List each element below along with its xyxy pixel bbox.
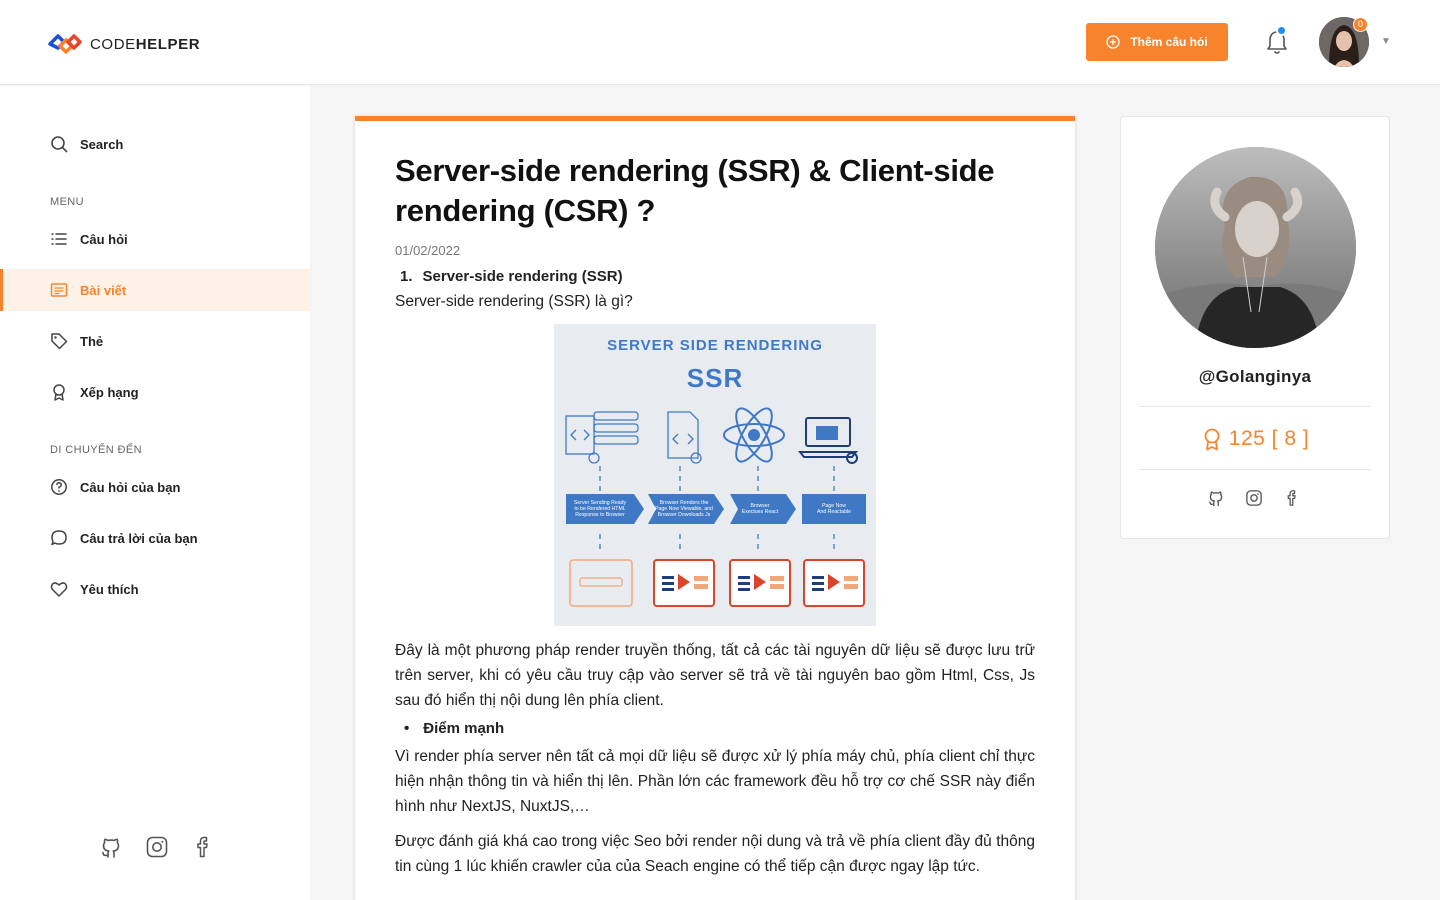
article-question: Server-side rendering (SSR) là gì? xyxy=(395,293,633,310)
sidebar-item-favorites[interactable]: Yêu thích xyxy=(0,568,310,610)
github-icon[interactable] xyxy=(1207,489,1225,507)
article-heading: 1. Server-side rendering (SSR) xyxy=(395,268,1035,285)
sidebar-item-label: Câu hỏi xyxy=(80,231,128,247)
logo-text: CODEHELPER xyxy=(90,35,201,53)
add-question-label: Thêm câu hỏi xyxy=(1130,35,1208,49)
bullet-dot: • xyxy=(404,720,410,737)
award-icon xyxy=(1204,428,1220,451)
sidebar-item-articles[interactable]: Bài viết xyxy=(0,269,310,311)
score-text: 125 [ 8 ] xyxy=(1228,427,1310,450)
author-social-links xyxy=(1207,489,1301,507)
sidebar-item-label: Câu hỏi của bạn xyxy=(80,479,181,495)
sidebar-item-search[interactable]: Search xyxy=(0,123,310,165)
menu-section-title: MENU xyxy=(50,196,84,208)
sidebar: Search MENU Câu hỏi Bài viết Thẻ Xếp hạn… xyxy=(0,86,310,900)
message-circle-icon xyxy=(51,530,67,546)
svg-text:Browser Downloads Js: Browser Downloads Js xyxy=(658,512,711,518)
diagram-title: SERVER SIDE RENDERING xyxy=(607,337,823,354)
article-paragraph: Đây là một phương pháp render truyền thố… xyxy=(395,642,1035,709)
chevron-down-icon[interactable]: ▼ xyxy=(1381,36,1391,47)
sidebar-item-your-answers[interactable]: Câu trả lời của bạn xyxy=(0,517,310,559)
help-circle-icon xyxy=(51,479,67,495)
article-date: 01/02/2022 xyxy=(395,243,461,258)
logo-icon xyxy=(48,34,82,54)
instagram-icon[interactable] xyxy=(1245,489,1263,507)
diagram-subtitle: SSR xyxy=(687,363,743,393)
sidebar-item-label: Xếp hạng xyxy=(80,384,139,400)
sidebar-item-label: Yêu thích xyxy=(80,581,139,597)
author-username[interactable]: @Golanginya xyxy=(1121,367,1389,387)
github-icon[interactable] xyxy=(99,835,123,859)
sidebar-social-links xyxy=(99,835,215,859)
notification-count-badge: 0 xyxy=(1353,17,1368,32)
facebook-icon[interactable] xyxy=(191,835,215,859)
sidebar-item-label: Thẻ xyxy=(80,333,104,349)
article-card: Server-side rendering (SSR) & Client-sid… xyxy=(355,116,1075,900)
plus-circle-icon xyxy=(1106,35,1120,49)
ssr-diagram-image: SERVER SIDE RENDERING SSR Server Sending… xyxy=(554,324,876,626)
divider xyxy=(1139,469,1371,470)
facebook-icon[interactable] xyxy=(1283,489,1301,507)
heading-number: 1. xyxy=(400,268,413,285)
divider xyxy=(1139,406,1371,407)
sidebar-item-tags[interactable]: Thẻ xyxy=(0,320,310,362)
svg-text:And Reactable: And Reactable xyxy=(817,509,851,515)
bullet-text: Điểm mạnh xyxy=(423,720,505,737)
article-icon xyxy=(50,283,68,297)
svg-text:Exectues React: Exectues React xyxy=(742,509,779,515)
tag-icon xyxy=(51,333,68,350)
article-paragraph: Được đánh giá khá cao trong việc Seo bởi… xyxy=(395,833,1035,875)
sidebar-item-questions[interactable]: Câu hỏi xyxy=(0,218,310,260)
sidebar-item-label: Câu trả lời của bạn xyxy=(80,530,198,546)
author-score: 125 [ 8 ] xyxy=(1121,427,1389,451)
instagram-icon[interactable] xyxy=(145,835,169,859)
process-steps: Server Sending Ready to be Rendered HTML… xyxy=(566,494,866,524)
sidebar-item-label: Search xyxy=(80,136,124,152)
heading-text: Server-side rendering (SSR) xyxy=(422,268,623,285)
svg-text:Response to Browser: Response to Browser xyxy=(575,512,625,518)
nav-section-title: DI CHUYỂN ĐẾN xyxy=(50,444,142,456)
article-title: Server-side rendering (SSR) & Client-sid… xyxy=(395,153,995,228)
list-icon xyxy=(51,233,67,245)
top-header: CODEHELPER Thêm câu hỏi 0 ▼ xyxy=(0,0,1440,85)
article-bullet: • Điểm mạnh xyxy=(395,720,1035,737)
logo[interactable]: CODEHELPER xyxy=(48,32,200,56)
sidebar-item-ranking[interactable]: Xếp hạng xyxy=(0,371,310,413)
sidebar-item-label: Bài viết xyxy=(80,282,127,298)
author-photo-image xyxy=(1155,147,1356,348)
sidebar-item-your-questions[interactable]: Câu hỏi của bạn xyxy=(0,466,310,508)
add-question-button[interactable]: Thêm câu hỏi xyxy=(1086,23,1228,61)
notification-dot xyxy=(1276,25,1287,36)
heart-icon xyxy=(50,582,68,597)
search-icon xyxy=(51,136,68,153)
author-photo[interactable] xyxy=(1155,147,1356,348)
author-profile-card: @Golanginya 125 [ 8 ] xyxy=(1120,116,1390,539)
award-icon xyxy=(53,384,65,401)
article-paragraph: Vì render phía server nên tất cả mọi dữ … xyxy=(395,748,1035,815)
